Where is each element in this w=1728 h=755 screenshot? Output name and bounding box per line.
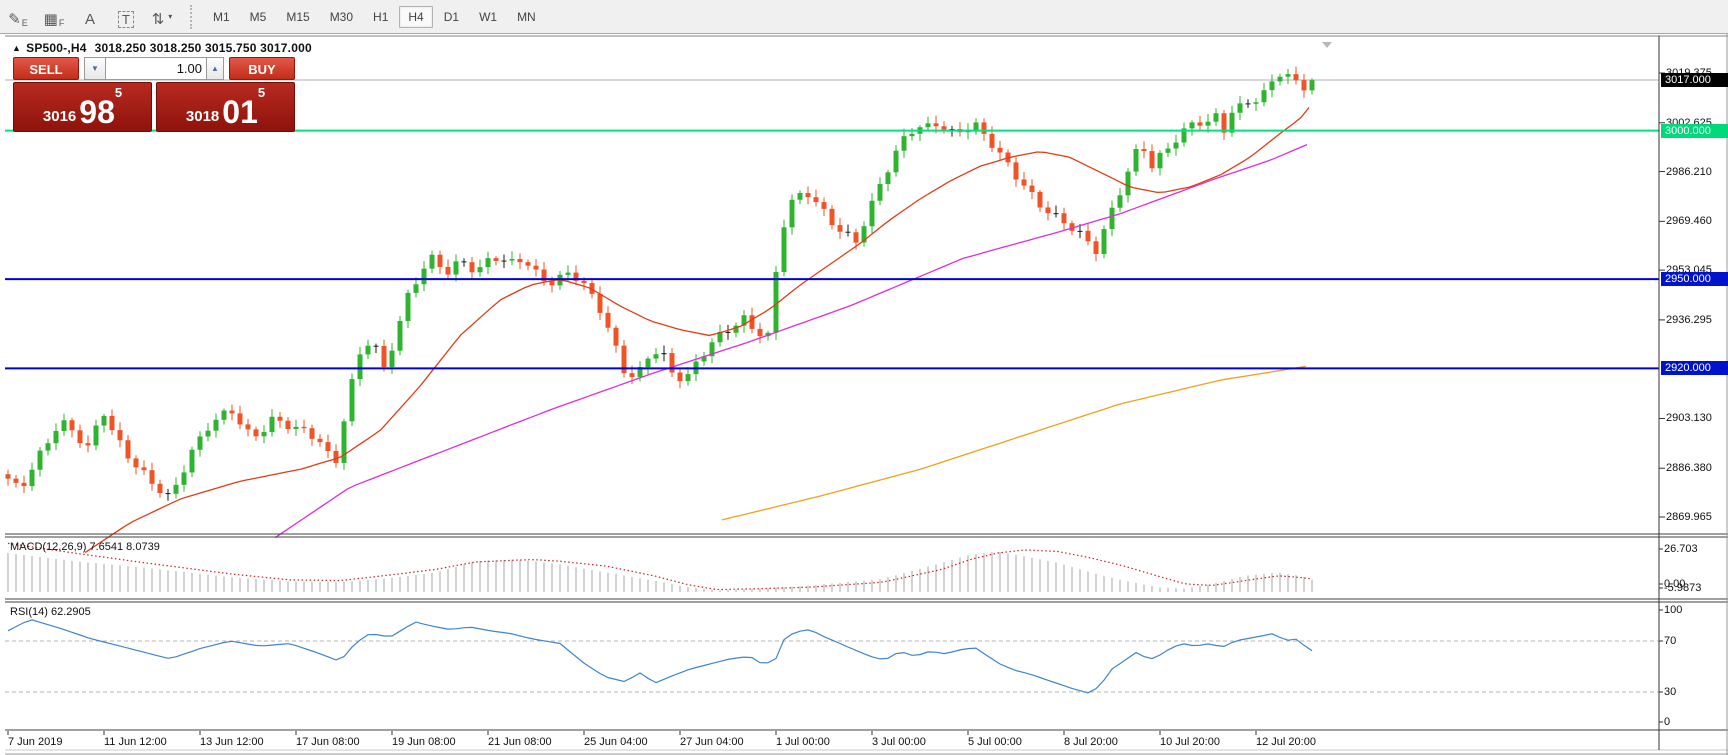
volume-dropdown-icon[interactable]: ▼ xyxy=(84,57,106,80)
one-click-trading-panel: SELL ▼ ▲ BUY 3016 98 5 3018 01 5 xyxy=(13,57,295,132)
ohlc-values: 3018.250 3018.250 3015.750 3017.000 xyxy=(95,41,312,55)
price-axis-zone[interactable] xyxy=(1660,36,1728,730)
sell-price-big: 98 xyxy=(79,97,115,127)
collapse-arrow-icon[interactable]: ▲ xyxy=(12,43,21,53)
ma-fast-red xyxy=(85,108,1309,553)
sell-price-box[interactable]: 3016 98 5 xyxy=(13,82,152,132)
chart-shift-marker-icon[interactable] xyxy=(1322,42,1332,48)
buy-button[interactable]: BUY xyxy=(229,57,295,80)
macd-signal-line xyxy=(8,543,1310,589)
sell-button[interactable]: SELL xyxy=(13,57,79,80)
sell-price-prefix: 3016 xyxy=(43,107,76,127)
buy-price-big: 01 xyxy=(222,97,258,127)
time-axis-zone[interactable] xyxy=(0,731,1659,755)
trading-terminal-window: ✎E▦FAT⇅▾ M1M5M15M30H1H4D1W1MN ▲SP500-,H4… xyxy=(0,0,1728,755)
rsi-line xyxy=(8,620,1312,693)
buy-price-prefix: 3018 xyxy=(186,107,219,127)
macd-label: MACD(12,26,9) 7.6541 8.0739 xyxy=(10,541,160,553)
volume-input[interactable] xyxy=(106,57,207,80)
symbol-period-label: SP500-,H4 xyxy=(26,41,87,55)
volume-up-icon[interactable]: ▲ xyxy=(207,57,224,80)
buy-price-box[interactable]: 3018 01 5 xyxy=(156,82,295,132)
ma-slow-orange xyxy=(722,366,1306,520)
rsi-label: RSI(14) 62.2905 xyxy=(10,606,91,618)
chart-title: ▲ SP500-,H4 3018.250 3018.250 3015.750 301… xyxy=(12,41,312,55)
sell-price-sup: 5 xyxy=(115,85,122,100)
buy-price-sup: 5 xyxy=(258,85,265,100)
